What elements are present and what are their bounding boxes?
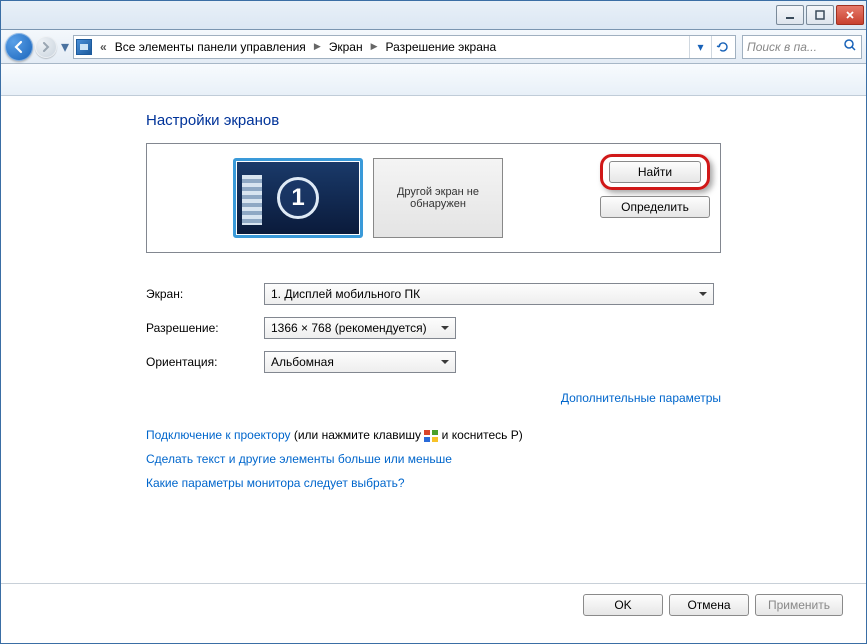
settings-form: Экран: 1. Дисплей мобильного ПК Разрешен… <box>146 283 721 373</box>
cancel-button[interactable]: Отмена <box>669 594 749 616</box>
resolution-value: 1366 × 768 (рекомендуется) <box>271 321 427 335</box>
windows-key-icon <box>424 430 438 442</box>
dialog-buttons: OK Отмена Применить <box>0 583 867 616</box>
navbar: ▾ « Все элементы панели управления ▶ Экр… <box>0 30 867 64</box>
search-box[interactable]: Поиск в па... <box>742 35 862 59</box>
chevron-right-icon: ▶ <box>367 41 382 52</box>
display-preview-box: 1 Другой экран не обнаружен Найти Опреде… <box>146 143 721 253</box>
refresh-button[interactable] <box>711 36 733 58</box>
orientation-dropdown[interactable]: Альбомная <box>264 351 456 373</box>
apply-button[interactable]: Применить <box>755 594 843 616</box>
content-area: Настройки экранов 1 Другой экран не обна… <box>0 96 867 495</box>
monitor-number: 1 <box>277 177 319 219</box>
chevron-right-icon: ▶ <box>310 41 325 52</box>
orientation-label: Ориентация: <box>146 355 264 369</box>
close-button[interactable] <box>836 5 864 25</box>
identify-button[interactable]: Определить <box>600 196 710 218</box>
search-icon <box>843 38 857 55</box>
projector-text-suffix: (или нажмите клавишу <box>291 428 425 442</box>
screen-label: Экран: <box>146 287 264 301</box>
screen-value: 1. Дисплей мобильного ПК <box>271 287 420 301</box>
other-display-placeholder[interactable]: Другой экран не обнаружен <box>373 158 503 238</box>
orientation-value: Альбомная <box>271 355 334 369</box>
advanced-settings-link[interactable]: Дополнительные параметры <box>561 391 721 405</box>
breadcrumb-resolution[interactable]: Разрешение экрана <box>382 39 501 55</box>
enlarge-text-link[interactable]: Сделать текст и другие элементы больше и… <box>146 452 452 466</box>
history-dropdown[interactable]: ▾ <box>59 37 71 57</box>
maximize-button[interactable] <box>806 5 834 25</box>
breadcrumb-chevron[interactable]: « <box>96 39 111 55</box>
forward-button[interactable] <box>35 36 57 58</box>
resolution-dropdown[interactable]: 1366 × 768 (рекомендуется) <box>264 317 456 339</box>
ok-button[interactable]: OK <box>583 594 663 616</box>
which-params-link[interactable]: Какие параметры монитора следует выбрать… <box>146 476 405 490</box>
titlebar <box>0 0 867 30</box>
resolution-label: Разрешение: <box>146 321 264 335</box>
projector-text-tail: и коснитесь P) <box>438 428 522 442</box>
breadcrumb-screen[interactable]: Экран <box>325 39 367 55</box>
highlight-annotation: Найти <box>600 154 710 190</box>
back-button[interactable] <box>5 33 33 61</box>
page-title: Настройки экранов <box>146 112 721 129</box>
monitor-1[interactable]: 1 <box>233 158 363 238</box>
search-placeholder: Поиск в па... <box>747 40 843 54</box>
minimize-button[interactable] <box>776 5 804 25</box>
address-bar[interactable]: « Все элементы панели управления ▶ Экран… <box>73 35 736 59</box>
address-dropdown[interactable]: ▾ <box>689 36 711 58</box>
projector-link[interactable]: Подключение к проектору <box>146 428 291 442</box>
toolbar <box>0 64 867 96</box>
control-panel-icon <box>76 39 92 55</box>
breadcrumb-root[interactable]: Все элементы панели управления <box>111 39 310 55</box>
find-button[interactable]: Найти <box>609 161 701 183</box>
screen-dropdown[interactable]: 1. Дисплей мобильного ПК <box>264 283 714 305</box>
